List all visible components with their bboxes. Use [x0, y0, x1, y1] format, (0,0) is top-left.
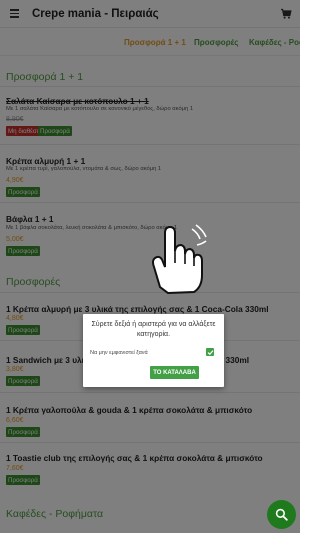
dialog-message: Σύρετε δεξιά ή αριστερά για να αλλάξετε … — [91, 321, 216, 338]
swipe-hand-icon — [152, 224, 207, 295]
search-fab[interactable] — [267, 500, 296, 529]
got-it-button[interactable]: ΤΟ ΚΑΤΑΛΑΒΑ — [150, 366, 199, 379]
dont-show-again-checkbox[interactable] — [206, 348, 214, 356]
search-icon — [275, 508, 288, 521]
checkmark-icon — [207, 349, 213, 355]
swipe-hint-dialog: Σύρετε δεξιά ή αριστερά για να αλλάξετε … — [83, 314, 224, 387]
dont-show-again-label: Να μην εμφανιστεί ξανά — [90, 350, 148, 356]
